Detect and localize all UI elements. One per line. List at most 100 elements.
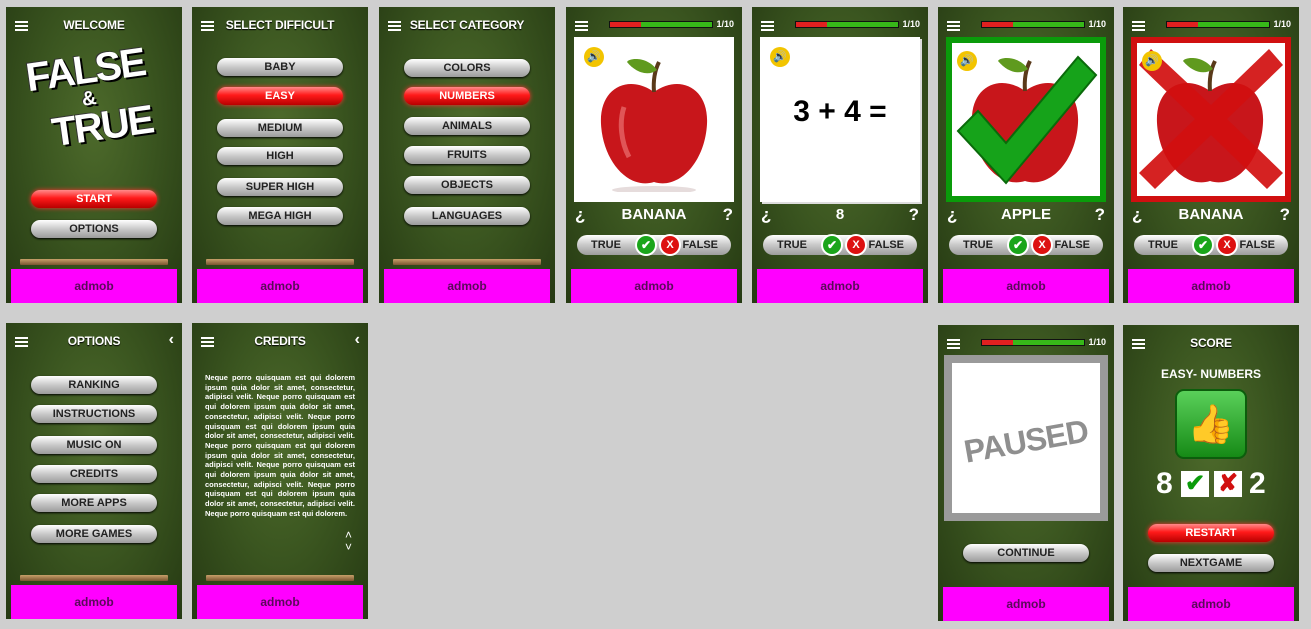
screen-title: WELCOME xyxy=(63,18,125,32)
category-animals-button[interactable]: ANIMALS xyxy=(404,117,530,135)
paused-card: PAUSED xyxy=(944,355,1108,521)
question-row: ¿ BANANA ? xyxy=(566,205,742,225)
true-button[interactable]: TRUE xyxy=(1148,239,1178,251)
true-button[interactable]: TRUE xyxy=(963,239,993,251)
question-close-mark: ? xyxy=(1094,205,1105,224)
progress-count: 1/10 xyxy=(716,19,734,29)
ad-banner[interactable]: admob xyxy=(197,269,363,303)
menu-icon[interactable] xyxy=(1132,21,1145,31)
restart-button[interactable]: RESTART xyxy=(1148,524,1274,542)
check-icon[interactable]: ✔ xyxy=(821,234,843,256)
start-button[interactable]: START xyxy=(31,190,157,208)
category-numbers-button[interactable]: NUMBERS xyxy=(404,87,530,105)
false-button[interactable]: FALSE xyxy=(683,239,718,251)
true-false-bar: TRUE ✔ X FALSE xyxy=(1134,234,1288,256)
game-logo: FALSE & TRUE xyxy=(23,40,156,156)
speaker-icon[interactable]: 🔊 xyxy=(770,47,790,67)
ad-banner[interactable]: admob xyxy=(384,269,550,303)
menu-icon[interactable] xyxy=(575,21,588,31)
credits-button[interactable]: CREDITS xyxy=(31,465,157,483)
false-button[interactable]: FALSE xyxy=(1240,239,1275,251)
difficulty-super-high-button[interactable]: SUPER HIGH xyxy=(217,178,343,196)
welcome-screen: WELCOME FALSE & TRUE START OPTIONS admob xyxy=(6,7,182,303)
shelf-decoration xyxy=(393,259,541,265)
true-button[interactable]: TRUE xyxy=(591,239,621,251)
true-false-bar: TRUE ✔ X FALSE xyxy=(949,234,1103,256)
speaker-icon[interactable]: 🔊 xyxy=(1142,51,1162,71)
close-icon[interactable]: X xyxy=(845,234,867,256)
category-colors-button[interactable]: COLORS xyxy=(404,59,530,77)
ad-banner[interactable]: admob xyxy=(1128,587,1294,621)
menu-icon[interactable] xyxy=(761,21,774,31)
progress-fill xyxy=(982,340,1013,345)
progress-bar xyxy=(981,21,1085,28)
continue-button[interactable]: CONTINUE xyxy=(963,544,1089,562)
back-icon[interactable]: ‹ xyxy=(169,331,174,349)
ad-banner[interactable]: admob xyxy=(943,269,1109,303)
ad-banner[interactable]: admob xyxy=(197,585,363,619)
difficulty-easy-button[interactable]: EASY xyxy=(217,87,343,105)
ad-banner[interactable]: admob xyxy=(11,585,177,619)
paused-label: PAUSED xyxy=(961,412,1091,470)
progress-bar xyxy=(609,21,713,28)
close-icon[interactable]: X xyxy=(1216,234,1238,256)
category-objects-button[interactable]: OBJECTS xyxy=(404,176,530,194)
instructions-button[interactable]: INSTRUCTIONS xyxy=(31,405,157,423)
question-word: BANANA xyxy=(621,206,687,223)
difficulty-medium-button[interactable]: MEDIUM xyxy=(217,119,343,137)
true-button[interactable]: TRUE xyxy=(777,239,807,251)
difficulty-baby-button[interactable]: BABY xyxy=(217,58,343,76)
back-icon[interactable]: ‹ xyxy=(355,331,360,349)
wrong-count: 2 xyxy=(1249,467,1266,500)
ad-banner[interactable]: admob xyxy=(943,587,1109,621)
progress-count: 1/10 xyxy=(1088,337,1106,347)
options-button[interactable]: OPTIONS xyxy=(31,220,157,238)
menu-icon[interactable] xyxy=(947,21,960,31)
thumbs-up-icon: 👍 xyxy=(1175,389,1247,459)
category-fruits-button[interactable]: FRUITS xyxy=(404,146,530,164)
ad-banner[interactable]: admob xyxy=(11,269,177,303)
category-screen: SELECT CATEGORY COLORS NUMBERS ANIMALS F… xyxy=(379,7,555,303)
question-card: 🔊 xyxy=(574,37,734,202)
header: OPTIONS ‹ xyxy=(6,323,182,359)
difficulty-high-button[interactable]: HIGH xyxy=(217,147,343,165)
check-icon[interactable]: ✔ xyxy=(1007,234,1029,256)
speaker-icon[interactable]: 🔊 xyxy=(957,51,977,71)
false-button[interactable]: FALSE xyxy=(869,239,904,251)
speaker-icon[interactable]: 🔊 xyxy=(584,47,604,67)
credits-text: Neque porro quisquam est qui dolorem ips… xyxy=(205,373,355,518)
game-screen-math: 1/10 🔊 3 + 4 = ¿ 8 ? TRUE ✔ X FALSE admo… xyxy=(752,7,928,303)
chevron-down-icon[interactable]: ˅ xyxy=(345,541,352,553)
scroll-arrows[interactable]: ˄ ˅ xyxy=(345,529,352,553)
progress-count: 1/10 xyxy=(1273,19,1291,29)
check-icon[interactable]: ✔ xyxy=(1192,234,1214,256)
check-icon[interactable]: ✔ xyxy=(635,234,657,256)
ad-banner[interactable]: admob xyxy=(1128,269,1294,303)
question-word: APPLE xyxy=(1000,206,1051,223)
difficulty-mega-high-button[interactable]: MEGA HIGH xyxy=(217,207,343,225)
shelf-decoration xyxy=(206,259,354,265)
credits-screen: CREDITS ‹ Neque porro quisquam est qui d… xyxy=(192,323,368,619)
false-button[interactable]: FALSE xyxy=(1055,239,1090,251)
math-expression: 3 + 4 = xyxy=(793,95,887,128)
screen-title: SCORE xyxy=(1190,336,1232,350)
close-icon[interactable]: X xyxy=(1031,234,1053,256)
ranking-button[interactable]: RANKING xyxy=(31,376,157,394)
music-toggle-button[interactable]: MUSIC ON xyxy=(31,436,157,454)
shelf-decoration xyxy=(20,575,168,581)
score-subtitle: EASY- NUMBERS xyxy=(1160,367,1261,381)
more-games-button[interactable]: MORE GAMES xyxy=(31,525,157,543)
close-icon[interactable]: X xyxy=(659,234,681,256)
question-card: 🔊 xyxy=(946,37,1106,202)
progress-fill xyxy=(982,22,1013,27)
ad-banner[interactable]: admob xyxy=(571,269,737,303)
header: CREDITS ‹ xyxy=(192,323,368,359)
category-languages-button[interactable]: LANGUAGES xyxy=(404,207,530,225)
next-game-button[interactable]: NEXTGAME xyxy=(1148,554,1274,572)
more-apps-button[interactable]: MORE APPS xyxy=(31,494,157,512)
header: SELECT DIFFICULT xyxy=(192,7,368,43)
ad-banner[interactable]: admob xyxy=(757,269,923,303)
header: SCORE xyxy=(1123,325,1299,361)
question-close-mark: ? xyxy=(908,205,919,224)
menu-icon[interactable] xyxy=(947,339,960,349)
